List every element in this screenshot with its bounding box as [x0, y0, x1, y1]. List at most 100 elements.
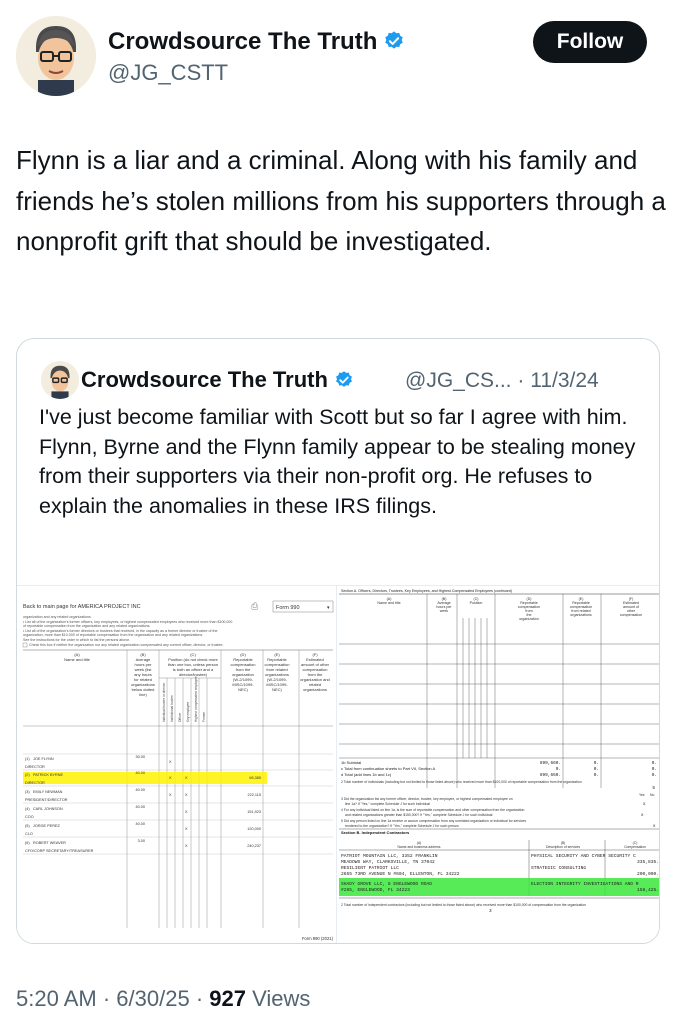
svg-text:RESILIENT PATRIOT LLC: RESILIENT PATRIOT LLC [341, 865, 399, 871]
svg-text:rendered to the organization?: rendered to the organization? If "Yes," … [345, 824, 459, 828]
svg-text:2 Total number of independent: 2 Total number of independent contractor… [341, 903, 586, 907]
svg-text:5: 5 [652, 786, 655, 791]
irs-form-image-left[interactable]: Back to main page for AMERICA PROJECT IN… [17, 586, 337, 943]
svg-text:Institutional trustee: Institutional trustee [170, 695, 174, 722]
svg-text:PATRIOT MOUNTAIN LLC, 3352 FRA: PATRIOT MOUNTAIN LLC, 3352 FRANKLIN [341, 853, 438, 859]
svg-text:2 Total number of individuals: 2 Total number of individuals (including… [341, 780, 582, 784]
svg-text:STRATEGIC CONSULTING: STRATEGIC CONSULTING [531, 865, 586, 871]
svg-text:CLO: CLO [25, 832, 33, 836]
svg-text:No: No [650, 793, 654, 797]
tweet-date[interactable]: 6/30/25 [116, 986, 189, 1011]
svg-text:151,923: 151,923 [247, 810, 261, 814]
tweet-time[interactable]: 5:20 AM [16, 986, 97, 1011]
svg-text:Officer: Officer [178, 712, 182, 722]
svg-text:30.00: 30.00 [135, 755, 145, 759]
svg-text:0.: 0. [652, 761, 657, 766]
svg-text:3 Did the organization list a: 3 Did the organization list any former o… [341, 797, 513, 801]
print-icon: ⎙ [251, 601, 259, 611]
svg-text:1b Subtotal: 1b Subtotal [341, 760, 361, 765]
quoted-media[interactable]: Back to main page for AMERICA PROJECT IN… [17, 585, 659, 943]
svg-text:4 For any individual listed o: 4 For any individual listed on line 1a, … [341, 808, 525, 812]
svg-text:120,000: 120,000 [247, 827, 261, 831]
svg-text:Highest compensated employee: Highest compensated employee [194, 676, 198, 722]
svg-text:COO: COO [25, 815, 34, 819]
svg-text:Section A. Officers, Directors: Section A. Officers, Directors, Trustees… [341, 589, 512, 593]
svg-text:organizations: organizations [303, 687, 327, 692]
svg-text:40.00: 40.00 [135, 788, 145, 792]
svg-text:40.00: 40.00 [135, 771, 145, 775]
form-select: Form 990 [276, 605, 300, 611]
svg-text:ELECTION INTEGRITY INVESTIGATI: ELECTION INTEGRITY INVESTIGATIONS AND R [531, 881, 639, 887]
svg-text:and related organizations grea: and related organizations greater than $… [345, 813, 493, 817]
svg-text:d Total (add lines 1b and 1c): d Total (add lines 1b and 1c) [341, 772, 392, 777]
svg-text:Compensation: Compensation [624, 845, 646, 849]
svg-text:Name and title: Name and title [64, 657, 91, 662]
svg-text:0.: 0. [652, 773, 657, 778]
svg-text:2655 73RD AVENUE N #604, ELLEN: 2655 73RD AVENUE N #604, ELLENTON, FL 34… [341, 871, 460, 877]
svg-text:Name and title: Name and title [377, 601, 400, 605]
quoted-tweet-text: I've just become familiar with Scott but… [39, 405, 636, 518]
views-count: 927 [209, 986, 246, 1011]
tweet-meta: 5:20 AM · 6/30/25 · 927 Views [16, 986, 311, 1011]
svg-text:0.: 0. [594, 767, 599, 772]
svg-text:EMILY NEWMAN: EMILY NEWMAN [33, 790, 63, 794]
quoted-tweet[interactable]: Crowdsource The Truth @JG_CS... · 11/3/2… [16, 338, 660, 944]
svg-text:(4): (4) [25, 807, 30, 811]
svg-text:(1): (1) [25, 757, 30, 761]
svg-text:organization: organization [519, 617, 539, 621]
svg-text:Section B. Independent Contrac: Section B. Independent Contractors [341, 830, 410, 835]
quoted-author-handle-date: @JG_CS... · 11/3/24 [405, 369, 599, 392]
svg-text:director/trustee): director/trustee) [179, 672, 208, 677]
svg-text:Individual trustee or director: Individual trustee or director [162, 682, 166, 722]
verified-badge-icon [334, 370, 354, 396]
svg-text:158,425.: 158,425. [637, 887, 659, 893]
svg-text:c Total from continuation shee: c Total from continuation sheets to Part… [341, 766, 436, 771]
svg-text:organization and any related o: organization and any related organizatio… [23, 615, 92, 619]
svg-text:JOE FLYNN: JOE FLYNN [33, 757, 54, 761]
svg-text:222,115: 222,115 [248, 793, 261, 797]
svg-text:line): line) [139, 692, 147, 697]
svg-text:0.: 0. [652, 767, 657, 772]
svg-text:organization, more than $10,00: organization, more than $10,000 of repor… [23, 633, 203, 637]
quoted-author-name: Crowdsource The Truth [81, 367, 354, 396]
svg-text:DIRECTOR: DIRECTOR [25, 781, 45, 785]
views-label: Views [252, 986, 311, 1011]
svg-text:compensation: compensation [620, 613, 642, 617]
svg-text:65,385: 65,385 [249, 776, 261, 780]
svg-text:CFO/CORP SECRETARY/TREASURER: CFO/CORP SECRETARY/TREASURER [25, 849, 94, 853]
irs-form-image-right[interactable]: Section A. Officers, Directors, Trustees… [339, 586, 659, 943]
author-name[interactable]: Crowdsource The Truth [108, 28, 405, 59]
svg-text:Name and business address: Name and business address [398, 845, 441, 849]
verified-badge-icon [383, 30, 405, 59]
svg-text:(6): (6) [25, 841, 30, 845]
svg-text:0.: 0. [556, 767, 561, 772]
back-link: Back to main page for AMERICA PROJECT IN… [23, 604, 141, 610]
svg-text:MEADOWS WAY, CLARKSVILLE, TN 3: MEADOWS WAY, CLARKSVILLE, TN 37042 [341, 859, 435, 865]
svg-text:0.: 0. [594, 761, 599, 766]
svg-text:PRESIDENT/DIRECTOR: PRESIDENT/DIRECTOR [25, 798, 68, 802]
svg-text:JORGE PEREZ: JORGE PEREZ [33, 824, 60, 828]
svg-text:PHYSICAL SECURITY AND CYBER SE: PHYSICAL SECURITY AND CYBER SECURITY C [531, 853, 636, 859]
svg-text:Description of services: Description of services [546, 845, 580, 849]
svg-text:899,660.: 899,660. [540, 773, 561, 778]
svg-text:week: week [440, 609, 449, 613]
svg-text:Check this box if neither the: Check this box if neither the organizati… [29, 643, 224, 647]
svg-text:3: 3 [489, 909, 492, 914]
svg-text:SHADY GROVE LLC, 5 ENGLEWOOD R: SHADY GROVE LLC, 5 ENGLEWOOD ROAD [341, 881, 432, 887]
quoted-author-avatar [41, 361, 79, 399]
svg-text:ROBERT WEAVER: ROBERT WEAVER [33, 841, 66, 845]
svg-text:line 1a? If "Yes," complete Sc: line 1a? If "Yes," complete Schedule J f… [345, 802, 430, 806]
svg-text:Yes: Yes [639, 793, 645, 797]
svg-text:40.00: 40.00 [135, 805, 145, 809]
author-handle[interactable]: @JG_CSTT [108, 60, 228, 86]
svg-text:(5): (5) [25, 824, 30, 828]
svg-text:of reportable compensation fro: of reportable compensation from the orga… [23, 624, 150, 628]
svg-text:335,835.: 335,835. [637, 859, 659, 865]
follow-button[interactable]: Follow [533, 21, 647, 63]
svg-text:240,237: 240,237 [247, 844, 261, 848]
author-avatar[interactable] [16, 16, 96, 96]
svg-text:Key employee: Key employee [186, 702, 190, 722]
svg-text:(3): (3) [25, 790, 30, 794]
svg-text:5 Did any person listed on li: 5 Did any person listed on line 1a recei… [341, 819, 526, 823]
svg-text:0.: 0. [594, 773, 599, 778]
